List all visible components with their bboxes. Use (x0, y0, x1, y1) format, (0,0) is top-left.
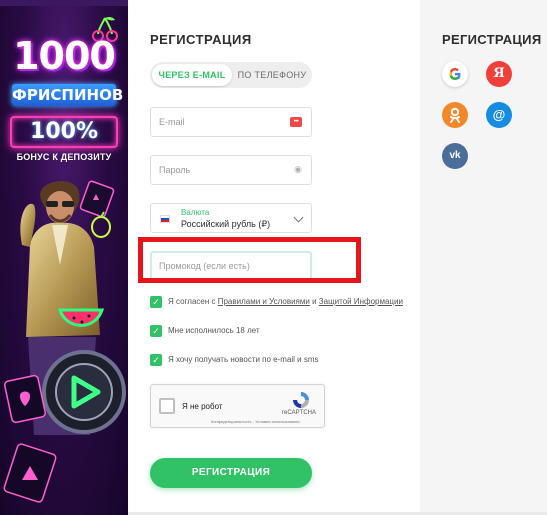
promo-percent: 100% (10, 116, 118, 148)
recaptcha-checkbox[interactable] (159, 398, 175, 414)
chevron-down-icon (293, 212, 304, 223)
promo-bonus-text: БОНУС К ДЕПОЗИТУ (16, 152, 112, 162)
vk-icon[interactable]: vk (442, 143, 468, 169)
registration-form: РЕГИСТРАЦИЯ ЧЕРЕЗ E-MAIL ПО ТЕЛЕФОНУ E-m… (128, 0, 420, 515)
eye-icon[interactable]: ◉ (293, 164, 303, 174)
age-checkbox-row[interactable]: ✓ Мне исполнилось 18 лет (150, 325, 420, 339)
tab-phone[interactable]: ПО ТЕЛЕФОНУ (234, 64, 310, 86)
password-field[interactable]: Пароль ◉ (150, 155, 312, 185)
news-label: Я хочу получать новости по e-mail и sms (168, 355, 319, 364)
promocode-highlight-frame (138, 237, 361, 283)
recaptcha-icon (293, 392, 309, 408)
email-field[interactable]: E-mail ••• (150, 107, 312, 137)
watermelon-icon (57, 308, 105, 327)
google-icon[interactable] (442, 61, 468, 87)
recaptcha-widget: Я не робот reCAPTCHA Конфиденциальность … (150, 384, 325, 428)
promo-banner[interactable]: 1000 ФРИСПИНОВ 100% БОНУС К ДЕПОЗИТУ (0, 0, 128, 515)
news-checkbox-row[interactable]: ✓ Я хочу получать новости по e-mail и sm… (150, 354, 420, 368)
social-title: РЕГИСТРАЦИЯ (442, 32, 542, 47)
recaptcha-brand: reCAPTCHA (282, 410, 317, 416)
yandex-icon[interactable]: Я (486, 61, 512, 87)
terms-checkbox[interactable]: ✓ (150, 296, 162, 308)
registration-method-tabs: ЧЕРЕЗ E-MAIL ПО ТЕЛЕФОНУ (150, 62, 312, 88)
promo-freespins: ФРИСПИНОВ (12, 84, 124, 106)
currency-select[interactable]: Валюта Российский рубль (₽) (150, 203, 312, 233)
age-checkbox[interactable]: ✓ (150, 325, 162, 337)
age-label: Мне исполнилось 18 лет (168, 326, 260, 335)
recaptcha-label: Я не робот (182, 402, 223, 411)
register-button[interactable]: РЕГИСТРАЦИЯ (150, 458, 312, 488)
mailru-icon[interactable]: @ (486, 102, 512, 128)
playing-card-icon (3, 443, 57, 503)
terms-label: Я согласен с Правилами и Условиями и Защ… (168, 297, 403, 306)
odnoklassniki-icon[interactable] (442, 102, 468, 128)
news-checkbox[interactable]: ✓ (150, 354, 162, 366)
privacy-link[interactable]: Защитой Информации (319, 297, 403, 306)
terms-checkbox-row[interactable]: ✓ Я согласен с Правилами и Условиями и З… (150, 296, 420, 310)
currency-value: Российский рубль (₽) (181, 219, 271, 229)
google-logo (449, 68, 461, 80)
promo-amount: 1000 (13, 34, 116, 78)
currency-caption: Валюта (181, 208, 210, 217)
social-registration-panel: РЕГИСТРАЦИЯ Я @ vk (420, 0, 547, 515)
password-placeholder: Пароль (159, 165, 191, 175)
casino-chip-logo (42, 350, 126, 434)
terms-link[interactable]: Правилами и Условиями (218, 297, 310, 306)
recaptcha-terms[interactable]: Конфиденциальность - Условия использован… (211, 419, 300, 424)
playing-card-icon (3, 374, 47, 424)
tab-email[interactable]: ЧЕРЕЗ E-MAIL (152, 64, 232, 86)
banner-top-edge (0, 0, 128, 6)
russia-flag-icon (160, 215, 170, 223)
email-placeholder: E-mail (159, 117, 185, 127)
ok-logo (450, 107, 460, 123)
form-title: РЕГИСТРАЦИЯ (150, 32, 252, 47)
password-manager-icon[interactable]: ••• (290, 117, 302, 127)
